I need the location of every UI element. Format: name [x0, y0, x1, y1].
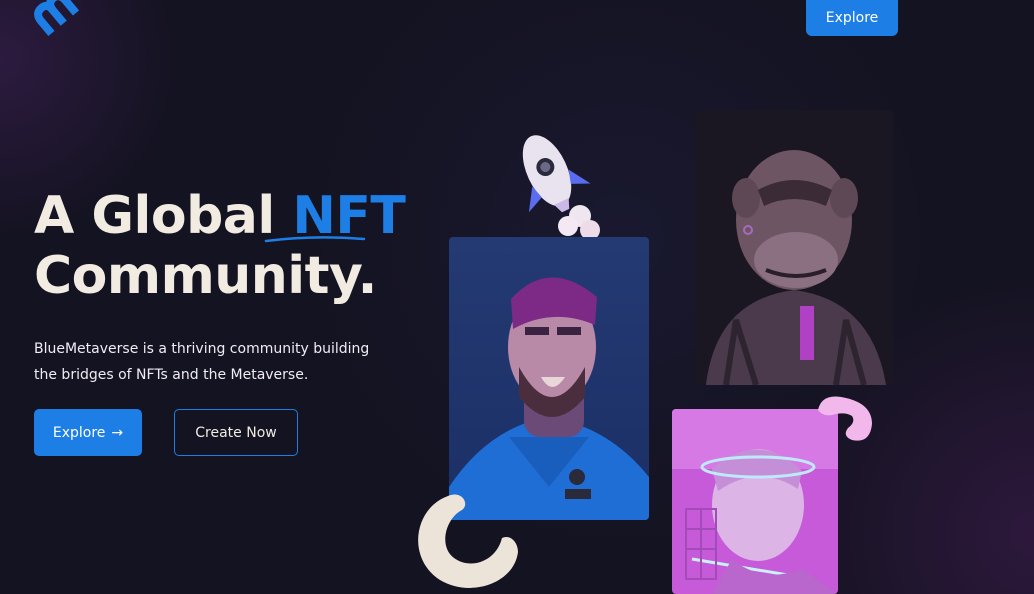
rocket-icon: [522, 135, 600, 240]
hero-title-part1: A Global: [34, 186, 275, 246]
logo-icon[interactable]: [30, 0, 82, 40]
create-now-button[interactable]: Create Now: [174, 409, 298, 456]
nft-image: [696, 110, 893, 385]
nav-explore-button[interactable]: Explore: [806, 0, 898, 36]
hero-title: A Global NFT Community.: [34, 186, 406, 306]
ring-icon: [418, 494, 518, 588]
nft-card-ape[interactable]: [696, 110, 893, 385]
explore-button-label: Explore: [52, 424, 106, 441]
pink-shape-icon: [818, 396, 872, 441]
hero-title-part2: Community.: [34, 246, 377, 306]
explore-button[interactable]: Explore →: [34, 409, 142, 456]
nft-image: [449, 237, 649, 520]
nft-card-blue-character[interactable]: [449, 237, 649, 520]
accent-underline: [264, 236, 366, 243]
arrow-right-icon: →: [111, 424, 124, 441]
hero-description: BlueMetaverse is a thriving community bu…: [34, 341, 370, 383]
